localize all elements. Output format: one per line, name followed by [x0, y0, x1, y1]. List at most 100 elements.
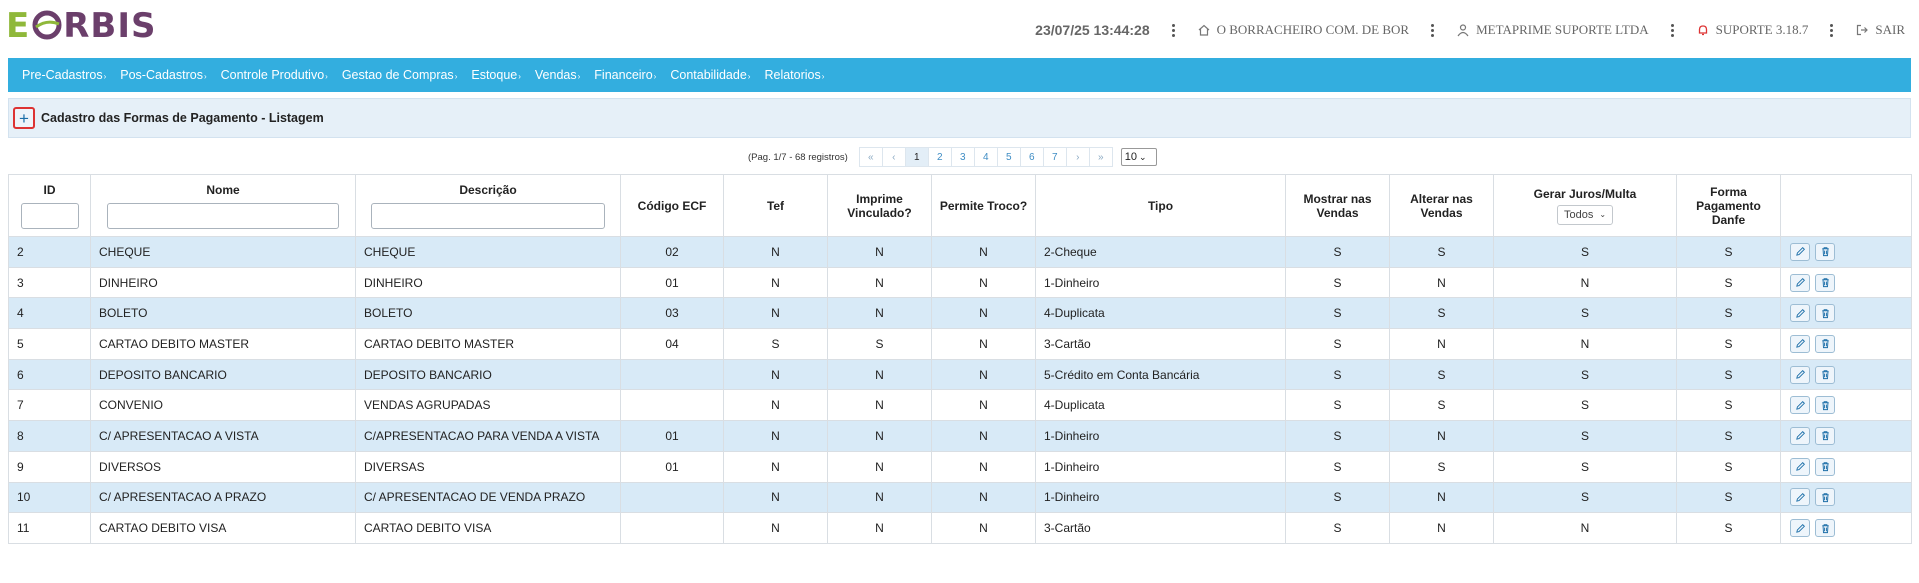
- chevron-right-icon: ›: [518, 72, 521, 81]
- table-row[interactable]: 8 C/ APRESENTACAO A VISTA C/APRESENTACAO P…: [8, 420, 1912, 452]
- chevron-right-icon: ›: [454, 72, 458, 81]
- menu-gestao-de-compras[interactable]: Gestao de Compras›: [342, 68, 458, 82]
- edit-button[interactable]: [1790, 426, 1810, 445]
- cell-actions: [1780, 481, 1912, 514]
- cell-troco: N: [931, 420, 1036, 452]
- menu-relatorios[interactable]: Relatorios›: [764, 68, 824, 82]
- chevron-right-icon: ›: [325, 72, 328, 81]
- cell-descricao: DEPOSITO BANCARIO: [355, 358, 621, 391]
- add-button[interactable]: +: [13, 107, 35, 129]
- pencil-icon: [1795, 430, 1806, 441]
- more-vert-icon[interactable]: [1171, 23, 1175, 37]
- table-row[interactable]: 4 BOLETO BOLETO 03 N N N 4-Duplicata S S S S: [8, 297, 1912, 330]
- menu-estoque[interactable]: Estoque›: [471, 68, 521, 82]
- header-user[interactable]: METAPRIME SUPORTE LTDA: [1456, 22, 1649, 38]
- page-3-button[interactable]: 3: [950, 147, 975, 167]
- table-row[interactable]: 6 DEPOSITO BANCARIO DEPOSITO BANCARIO N N N 5-…: [8, 358, 1912, 391]
- delete-button[interactable]: [1815, 304, 1835, 323]
- page-1-button[interactable]: 1: [904, 147, 929, 167]
- table-row[interactable]: 5 CARTAO DEBITO MASTER CARTAO DEBITO MASTE…: [8, 328, 1912, 360]
- descricao-filter-input[interactable]: [371, 202, 605, 229]
- page-2-button[interactable]: 2: [927, 147, 952, 167]
- cell-troco: N: [931, 512, 1036, 544]
- page-7-button[interactable]: 7: [1042, 147, 1067, 167]
- title-panel: + Cadastro das Formas de Pagamento - Lis…: [8, 98, 1911, 138]
- nome-filter-input[interactable]: [107, 202, 339, 229]
- cell-juros: S: [1493, 236, 1677, 268]
- edit-button[interactable]: [1790, 273, 1810, 292]
- delete-button[interactable]: [1815, 334, 1835, 353]
- cell-juros: S: [1493, 389, 1677, 422]
- cell-nome: CARTAO DEBITO VISA: [90, 512, 356, 544]
- edit-button[interactable]: [1790, 365, 1810, 384]
- cell-troco: N: [931, 328, 1036, 360]
- trash-icon: [1820, 369, 1831, 380]
- cell-troco: N: [931, 389, 1036, 422]
- cell-alterar: N: [1389, 328, 1494, 360]
- trash-icon: [1820, 430, 1831, 441]
- page-5-button[interactable]: 5: [996, 147, 1021, 167]
- page-4-button[interactable]: 4: [973, 147, 998, 167]
- page-prev-button[interactable]: ‹: [881, 147, 906, 167]
- table-row[interactable]: 2 CHEQUE CHEQUE 02 N N N 2-Cheque S S S S: [8, 236, 1912, 268]
- cell-danfe: S: [1676, 450, 1781, 483]
- cell-descricao: C/APRESENTACAO PARA VENDA A VISTA: [355, 420, 621, 452]
- menu-pos-cadastros[interactable]: Pos-Cadastros›: [120, 68, 206, 82]
- delete-button[interactable]: [1815, 488, 1835, 507]
- delete-button[interactable]: [1815, 365, 1835, 384]
- table-row[interactable]: 9 DIVERSOS DIVERSAS 01 N N N 1-Dinheiro S S S S: [8, 450, 1912, 483]
- delete-button[interactable]: [1815, 242, 1835, 261]
- table-row[interactable]: 10 C/ APRESENTACAO A PRAZO C/ APRESENTACAO…: [8, 481, 1912, 514]
- delete-button[interactable]: [1815, 519, 1835, 538]
- logout-icon: [1857, 24, 1869, 36]
- table-row[interactable]: 7 CONVENIO VENDAS AGRUPADAS N N N 4-Duplicata S…: [8, 389, 1912, 422]
- page-next-button[interactable]: ›: [1065, 147, 1090, 167]
- menu-pre-cadastros[interactable]: Pre-Cadastros›: [22, 68, 106, 82]
- more-vert-icon[interactable]: [1830, 23, 1834, 37]
- menu-vendas[interactable]: Vendas›: [535, 68, 580, 82]
- header-company[interactable]: O BORRACHEIRO COM. DE BOR: [1197, 22, 1409, 38]
- edit-button[interactable]: [1790, 334, 1810, 353]
- cell-descricao: C/ APRESENTACAO DE VENDA PRAZO: [355, 481, 621, 514]
- edit-button[interactable]: [1790, 304, 1810, 323]
- delete-button[interactable]: [1815, 273, 1835, 292]
- delete-button[interactable]: [1815, 457, 1835, 476]
- cell-codigo-ecf: 01: [620, 266, 724, 299]
- more-vert-icon[interactable]: [1431, 23, 1435, 37]
- edit-button[interactable]: [1790, 242, 1810, 261]
- more-vert-icon[interactable]: [1670, 23, 1674, 37]
- table-row[interactable]: 3 DINHEIRO DINHEIRO 01 N N N 1-Dinheiro S N N S: [8, 266, 1912, 299]
- cell-mostrar: S: [1285, 481, 1390, 514]
- id-filter-input[interactable]: [20, 202, 79, 229]
- page-first-button[interactable]: «: [858, 147, 883, 167]
- logout-label: SAIR: [1875, 22, 1905, 37]
- cell-descricao: CARTAO DEBITO VISA: [355, 512, 621, 544]
- menu-controle-produtivo[interactable]: Controle Produtivo›: [221, 68, 328, 82]
- edit-button[interactable]: [1790, 519, 1810, 538]
- header-notifications[interactable]: SUPORTE 3.18.7: [1696, 22, 1808, 38]
- col-codigo-ecf: Código ECF: [620, 174, 724, 237]
- cell-juros: S: [1493, 358, 1677, 391]
- cell-id: 9: [8, 450, 91, 483]
- edit-button[interactable]: [1790, 488, 1810, 507]
- pencil-icon: [1795, 277, 1806, 288]
- menu-contabilidade[interactable]: Contabilidade›: [670, 68, 750, 82]
- delete-button[interactable]: [1815, 396, 1835, 415]
- per-page-select[interactable]: 10 ⌄: [1120, 148, 1157, 166]
- col-gerar-juros-multa: Gerar Juros/Multa Todos ⌄: [1493, 174, 1677, 237]
- page-6-button[interactable]: 6: [1019, 147, 1044, 167]
- pencil-icon: [1795, 308, 1806, 319]
- cell-juros: S: [1493, 420, 1677, 452]
- edit-button[interactable]: [1790, 396, 1810, 415]
- cell-danfe: S: [1676, 481, 1781, 514]
- cell-nome: DEPOSITO BANCARIO: [90, 358, 356, 391]
- pencil-icon: [1795, 369, 1806, 380]
- juros-filter-select[interactable]: Todos ⌄: [1556, 204, 1614, 225]
- edit-button[interactable]: [1790, 457, 1810, 476]
- table-row[interactable]: 11 CARTAO DEBITO VISA CARTAO DEBITO VISA N N…: [8, 512, 1912, 544]
- logout-button[interactable]: SAIR: [1855, 22, 1905, 38]
- page-last-button[interactable]: »: [1088, 147, 1113, 167]
- cell-imprime: N: [827, 236, 932, 268]
- menu-financeiro[interactable]: Financeiro›: [594, 68, 656, 82]
- delete-button[interactable]: [1815, 426, 1835, 445]
